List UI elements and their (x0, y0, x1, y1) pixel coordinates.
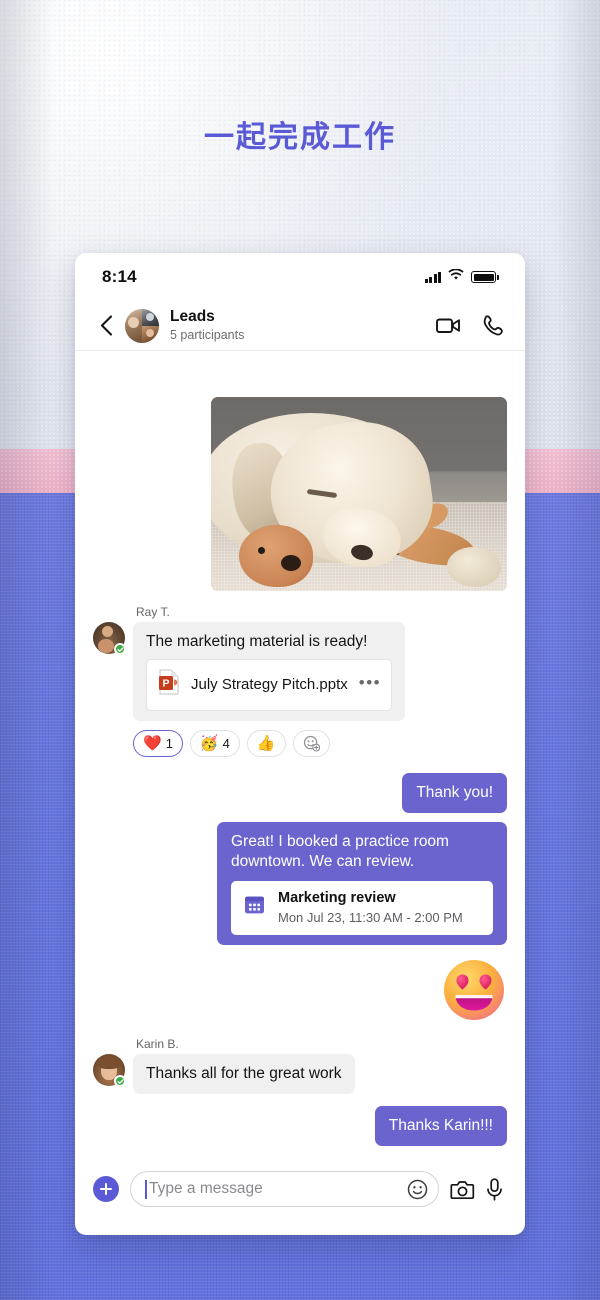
video-camera-icon (436, 318, 460, 333)
page-title: 一起完成工作 (204, 121, 396, 154)
thumbs-up-reaction-glyph: 👍 (256, 734, 276, 752)
message-input[interactable] (149, 1180, 399, 1198)
group-avatar[interactable] (125, 308, 159, 343)
message-bubble-outgoing[interactable]: Thank you! (402, 772, 507, 813)
message-bubble-outgoing[interactable]: Thanks Karin!!! (374, 1105, 507, 1146)
message-thread[interactable]: Ray T. The marketing material is ready! … (75, 351, 525, 1157)
message-input-wrapper[interactable] (130, 1171, 439, 1207)
heart-reaction-glyph: ❤️ (143, 734, 162, 752)
status-bar: 8:14 (75, 253, 525, 301)
battery-icon (471, 271, 499, 283)
phone-mockup: 8:14 Leads 5 participants Ray T. The mar… (75, 253, 525, 1235)
message-sender-name: Karin B. (136, 1037, 179, 1052)
message-row-thank-you: Thank you! (93, 772, 507, 813)
message-bubble-incoming[interactable]: The marketing material is ready! P July … (133, 622, 406, 721)
emoji-picker-button[interactable] (407, 1179, 428, 1200)
message-group-karin: Karin B. Thanks all for the great work (93, 1037, 507, 1094)
powerpoint-file-icon: P (158, 669, 180, 700)
heart-reaction-count: 1 (165, 735, 173, 751)
camera-icon (450, 1180, 475, 1199)
message-row-sticker (93, 957, 507, 1023)
chat-header-text: Leads 5 participants (170, 308, 436, 343)
file-attachment-card[interactable]: P July Strategy Pitch.pptx ••• (146, 659, 393, 711)
presence-badge-available (114, 643, 126, 655)
chat-header-actions (436, 315, 503, 336)
audio-call-button[interactable] (483, 315, 503, 336)
message-bubble-outgoing-event[interactable]: Great! I booked a practice room downtown… (217, 821, 507, 946)
avatar-karin[interactable] (93, 1054, 126, 1088)
heart-reaction-icon[interactable]: ❤️ 1 (133, 729, 183, 757)
back-button[interactable] (93, 315, 119, 336)
message-cluster: Karin B. Thanks all for the great work (93, 1037, 355, 1094)
calendar-event-card[interactable]: Marketing review Mon Jul 23, 11:30 AM - … (231, 881, 493, 936)
message-reactions: ❤️ 1 🥳 4 👍 (133, 729, 405, 757)
add-reaction-icon[interactable] (292, 729, 330, 757)
party-face-reaction-glyph: 🥳 (199, 734, 219, 752)
message-image[interactable] (211, 397, 507, 591)
cellular-signal-icon (424, 271, 441, 283)
thumbs-up-reaction-icon[interactable]: 👍 (246, 729, 286, 757)
phone-handset-icon (483, 315, 503, 336)
chat-title: Leads (170, 307, 215, 325)
chevron-left-icon (100, 315, 112, 336)
add-reaction-glyph (303, 735, 320, 752)
add-attachment-button[interactable] (93, 1176, 119, 1202)
avatar-ray[interactable] (93, 622, 126, 655)
microphone-button[interactable] (486, 1177, 503, 1201)
message-text: Great! I booked a practice room downtown… (231, 832, 449, 871)
file-name-label: July Strategy Pitch.pptx (191, 675, 348, 693)
video-call-button[interactable] (436, 317, 461, 334)
file-more-options-button[interactable]: ••• (359, 674, 381, 696)
message-row-practice-room: Great! I booked a practice room downtown… (93, 821, 507, 946)
party-face-reaction-count: 4 (222, 735, 230, 751)
sleeping-labrador-with-plush-toy-photo[interactable] (211, 397, 507, 591)
message-row-thanks-karin: Thanks Karin!!! (93, 1105, 507, 1146)
text-cursor (145, 1179, 147, 1199)
status-bar-clock: 8:14 (102, 267, 137, 286)
calendar-event-time: Mon Jul 23, 11:30 AM - 2:00 PM (278, 909, 463, 925)
status-bar-icons (424, 268, 499, 286)
calendar-icon (243, 893, 266, 922)
presence-badge-available (114, 1075, 126, 1088)
camera-button[interactable] (450, 1179, 475, 1200)
heart-eyes-emoji-sticker[interactable] (441, 957, 507, 1023)
wifi-icon (448, 268, 464, 286)
chat-header: Leads 5 participants (75, 301, 525, 351)
chat-participants-count: 5 participants (170, 327, 245, 342)
message-group-ray: Ray T. The marketing material is ready! … (93, 605, 507, 757)
smiley-face-icon (407, 1179, 428, 1199)
message-sender-name: Ray T. (136, 605, 170, 619)
microphone-icon (487, 1177, 502, 1201)
party-face-reaction-icon[interactable]: 🥳 4 (189, 729, 240, 757)
message-cluster: Ray T. The marketing material is ready! … (93, 605, 406, 757)
message-text: The marketing material is ready! (146, 633, 368, 650)
compose-bar (75, 1157, 525, 1235)
message-bubble-incoming[interactable]: Thanks all for the great work (133, 1054, 355, 1094)
svg-text:P: P (162, 678, 169, 690)
calendar-event-title: Marketing review (278, 890, 396, 907)
